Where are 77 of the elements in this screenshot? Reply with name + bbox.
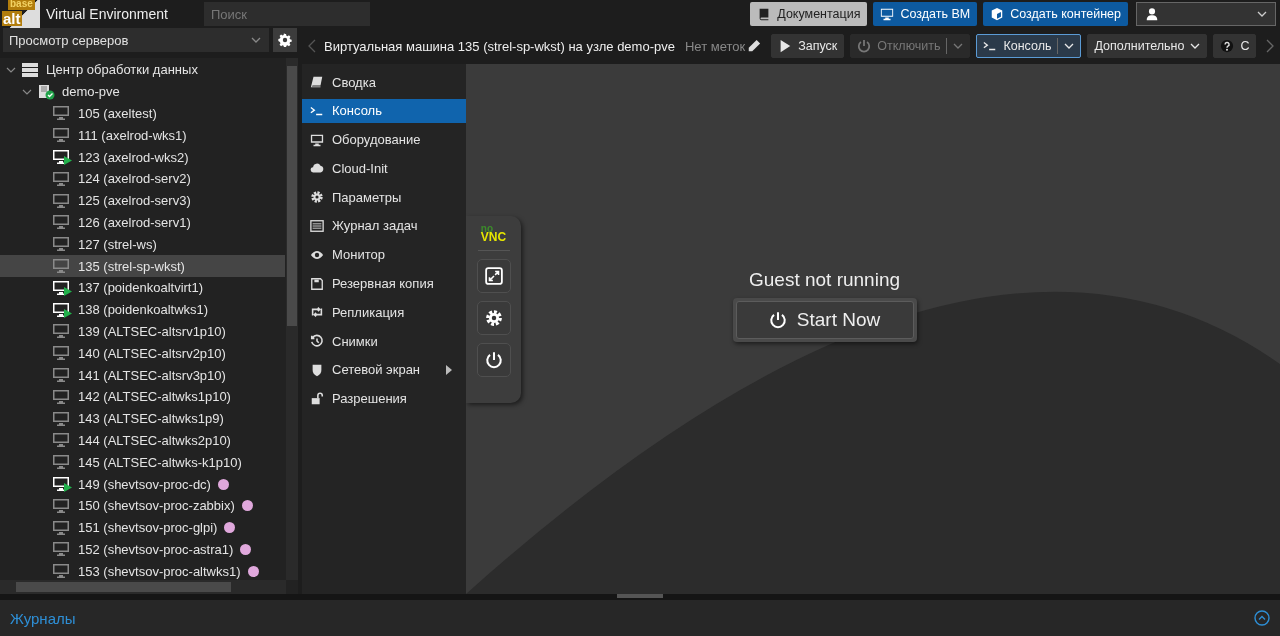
- nav-item[interactable]: Сводка: [302, 70, 466, 94]
- tree-label: 145 (ALTSEC-altwks-k1p10): [78, 454, 242, 470]
- logo: base alt: [0, 0, 40, 28]
- tree-label: demo-pve: [62, 84, 120, 100]
- toolbar-button[interactable]: Дополнительно: [1087, 34, 1208, 58]
- tree-label: 139 (ALTSEC-altsrv1p10): [78, 323, 226, 339]
- nav-item[interactable]: Разрешения: [302, 386, 466, 411]
- tree-item[interactable]: 123 (axelrod-wks2): [0, 146, 285, 168]
- tree-item[interactable]: 151 (shevtsov-proc-glpi): [0, 516, 285, 539]
- tree-label: 141 (ALTSEC-altsrv3p10): [78, 367, 226, 383]
- novnc-logo: no VNC: [480, 223, 507, 242]
- tree-label: 150 (shevtsov-proc-zabbix): [78, 498, 235, 514]
- nav-item[interactable]: Cloud-Init: [302, 156, 466, 181]
- tree-item[interactable]: 111 (axelrod-wks1): [0, 124, 285, 147]
- tree-label: 137 (poidenkoaltvirt1): [78, 280, 204, 296]
- tree-item[interactable]: 138 (poidenkoaltwks1): [0, 298, 285, 321]
- nav-item[interactable]: Резервная копия: [302, 271, 466, 296]
- tree-item[interactable]: 153 (shevtsov-proc-altwks1): [0, 560, 285, 583]
- tree-item[interactable]: 105 (axeltest): [0, 102, 285, 125]
- nav-item[interactable]: Сетевой экран: [302, 357, 466, 382]
- view-select[interactable]: Просмотр серверов: [3, 28, 269, 52]
- tree-item[interactable]: 145 (ALTSEC-altwks-k1p10): [0, 451, 285, 474]
- tree-item[interactable]: demo-pve: [0, 80, 285, 103]
- tree-item[interactable]: 143 (ALTSEC-altwks1p9): [0, 407, 285, 430]
- tree-item[interactable]: 127 (strel-ws): [0, 233, 285, 256]
- tree-label: 151 (shevtsov-proc-glpi): [78, 520, 218, 536]
- nav-item[interactable]: Монитор: [302, 242, 466, 267]
- nav-item[interactable]: Параметры: [302, 185, 466, 210]
- tree-label: 144 (ALTSEC-altwks2p10): [78, 432, 231, 448]
- tree-label: 153 (shevtsov-proc-altwks1): [78, 563, 241, 579]
- log-panel-title: Журналы: [10, 609, 76, 627]
- tree-item[interactable]: Центр обработки данных: [0, 59, 285, 81]
- tree-item[interactable]: 149 (shevtsov-proc-dc): [0, 473, 285, 495]
- tree-label: 125 (axelrod-serv3): [78, 193, 191, 209]
- nav-item[interactable]: Журнал задач: [302, 214, 466, 238]
- tree-label: 140 (ALTSEC-altsrv2p10): [78, 345, 226, 361]
- toolbar-button[interactable]: С: [1213, 34, 1257, 58]
- vm-title: Виртуальная машина 135 (strel-sp-wkst) на узле demo-pve: [324, 38, 675, 54]
- tree-item[interactable]: 137 (poidenkoaltvirt1): [0, 276, 285, 299]
- nav-item[interactable]: Снимки: [302, 329, 466, 354]
- tree-label: 135 (strel-sp-wkst): [78, 258, 185, 274]
- nav-item[interactable]: Оборудование: [302, 127, 466, 152]
- tree-label: 143 (ALTSEC-altwks1p9): [78, 411, 224, 427]
- search-field[interactable]: Поиск: [204, 2, 370, 26]
- app-title: Virtual Environment: [46, 6, 169, 22]
- tree-label: 138 (poidenkoaltwks1): [78, 302, 209, 318]
- tree-item[interactable]: 125 (axelrod-serv3): [0, 189, 285, 212]
- tree-item[interactable]: 126 (axelrod-serv1): [0, 211, 285, 234]
- tree-label: Центр обработки данных: [46, 62, 198, 78]
- tree-label: 126 (axelrod-serv1): [78, 214, 191, 230]
- tree-label: 124 (axelrod-serv2): [78, 171, 191, 187]
- tree-item[interactable]: 139 (ALTSEC-altsrv1p10): [0, 320, 285, 343]
- tags-edit-link[interactable]: Нет меток: [684, 38, 762, 54]
- tree-label: 111 (axelrod-wks1): [78, 127, 187, 143]
- tree-item[interactable]: 150 (shevtsov-proc-zabbix): [0, 494, 285, 517]
- status-text: Guest not running: [748, 269, 900, 291]
- tree-item[interactable]: 140 (ALTSEC-altsrv2p10): [0, 342, 285, 365]
- tree-item[interactable]: 152 (shevtsov-proc-astra1): [0, 538, 285, 561]
- tree-item[interactable]: 142 (ALTSEC-altwks1p10): [0, 385, 285, 408]
- header-button[interactable]: Создать контейнер: [983, 2, 1128, 26]
- nav-item[interactable]: Репликация: [302, 300, 466, 325]
- tree-item[interactable]: 135 (strel-sp-wkst): [0, 255, 285, 277]
- tree-item[interactable]: 124 (axelrod-serv2): [0, 168, 285, 190]
- header-button[interactable]: Документация: [750, 2, 868, 26]
- header-button[interactable]: Создать ВМ: [873, 2, 978, 26]
- tree-item[interactable]: 141 (ALTSEC-altsrv3p10): [0, 364, 285, 386]
- tree-label: 142 (ALTSEC-altwks1p10): [78, 389, 231, 405]
- nav-item[interactable]: Консоль: [302, 98, 466, 123]
- tree-label: 123 (axelrod-wks2): [78, 149, 189, 165]
- tree-label: 149 (shevtsov-proc-dc): [78, 476, 211, 492]
- tree-item[interactable]: 144 (ALTSEC-altwks2p10): [0, 429, 285, 452]
- tree-label: 127 (strel-ws): [78, 236, 157, 252]
- tree-label: 152 (shevtsov-proc-astra1): [78, 541, 234, 557]
- start-now-button[interactable]: Start Now: [735, 301, 914, 339]
- tree-label: 105 (axeltest): [78, 106, 157, 121]
- toolbar-button[interactable]: Запуск: [771, 34, 845, 58]
- toolbar-button[interactable]: Консоль: [976, 34, 1082, 58]
